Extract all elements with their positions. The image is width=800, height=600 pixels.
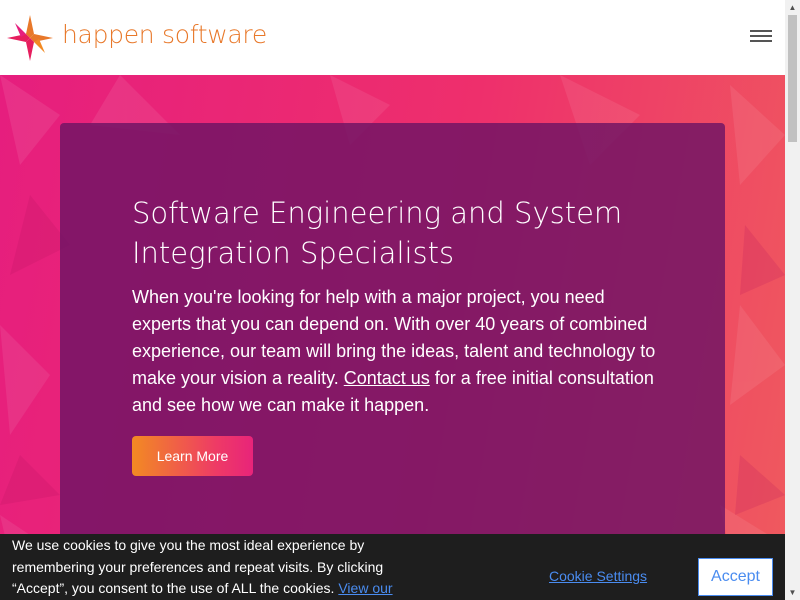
scroll-up-arrow-icon[interactable]: ▲ <box>785 0 800 15</box>
contact-us-link[interactable]: Contact us <box>344 368 430 388</box>
cookie-message: We use cookies to give you the most idea… <box>12 535 412 600</box>
hero-title: Software Engineering and System Integrat… <box>132 196 623 270</box>
cookie-message-text: We use cookies to give you the most idea… <box>12 537 384 596</box>
scroll-down-arrow-icon[interactable]: ▼ <box>785 585 800 600</box>
happen-logo-icon[interactable] <box>7 15 53 61</box>
view-privacy-link[interactable]: View our <box>338 580 392 596</box>
vertical-scrollbar[interactable]: ▲ ▼ <box>785 0 800 600</box>
learn-more-button[interactable]: Learn More <box>132 436 253 476</box>
site-header: happen software <box>0 0 785 75</box>
brand-name[interactable]: happen software <box>62 20 267 49</box>
scrollbar-thumb[interactable] <box>788 15 797 142</box>
hero-card: Software Engineering and System Integrat… <box>60 123 725 553</box>
hamburger-menu-icon[interactable] <box>750 30 772 46</box>
cookie-settings-link[interactable]: Cookie Settings <box>549 568 647 584</box>
hero-description: When you're looking for help with a majo… <box>132 284 662 419</box>
hero-section: Software Engineering and System Integrat… <box>0 75 785 600</box>
cookie-consent-bar: We use cookies to give you the most idea… <box>0 534 785 600</box>
accept-cookies-button[interactable]: Accept <box>698 558 773 596</box>
